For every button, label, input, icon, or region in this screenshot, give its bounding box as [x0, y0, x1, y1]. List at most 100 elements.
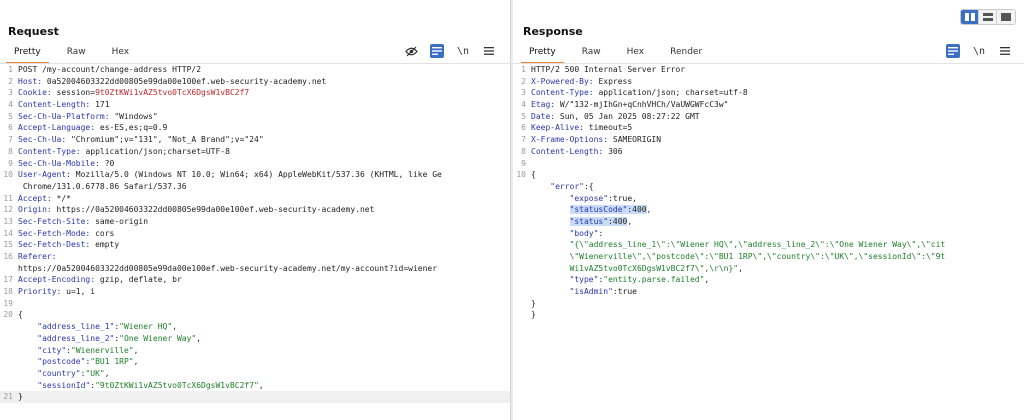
header-value: */* [51, 193, 71, 203]
pretty-print-icon[interactable] [946, 44, 960, 58]
json-pair: "sessionId":"9t0ZtKWi1vAZ5tvo0TcX6DgsW1v… [37, 381, 259, 390]
header-value: 306 [603, 146, 623, 156]
line-number: 5 [521, 111, 526, 121]
menu-icon[interactable] [998, 44, 1012, 58]
request-tab-hex[interactable]: Hex [104, 45, 137, 64]
line-number [513, 181, 529, 193]
json-pair: "status":400 [569, 216, 628, 226]
code-line: "status":400, [513, 216, 1024, 228]
request-tab-raw[interactable]: Raw [59, 45, 94, 64]
line-text: "address_line_2":"One Wiener Way", [16, 333, 201, 345]
pretty-print-icon[interactable] [430, 44, 444, 58]
header-key: Content-Type: [531, 88, 594, 98]
json-punct: , [196, 333, 202, 343]
response-editor[interactable]: 1 HTTP/2 500 Internal Server Error 2 X-Powe… [513, 63, 1024, 420]
header-value: W/"132-mjIhGn+qCnhVHCh/VaUWGWFcC3w" [555, 100, 729, 110]
line-text: "body": [529, 228, 604, 240]
line-text: } [529, 298, 555, 310]
json-punct: , [172, 322, 177, 332]
request-tabs: Pretty Raw Hex [6, 45, 147, 64]
header-key: Sec-Fetch-Site: [18, 216, 91, 226]
newline-toggle-icon[interactable]: \n [456, 44, 470, 58]
header-key: Content-Type: [18, 146, 81, 156]
header-value: "Chromium";v="131", "Not_A Brand";v="24" [66, 135, 264, 145]
code-line: 2 X-Powered-By: Express [513, 76, 1024, 88]
line-content: HTTP/2 500 Internal Server Error [531, 65, 686, 74]
code-line: Wi1vAZ5tvo0TcX6DgsW1vBC2f7\",\r\n}", [513, 263, 1024, 275]
line-number [513, 239, 529, 251]
code-line: "isAdmin":true [513, 286, 1024, 298]
line-number: 4 [521, 100, 526, 110]
line-number: 4 [8, 100, 13, 110]
json-value: "Wiener HQ" [119, 322, 173, 332]
line-number: 3 [521, 88, 526, 98]
response-tab-render[interactable]: Render [662, 45, 710, 64]
line-number [513, 286, 529, 298]
line-number: 12 [3, 205, 13, 215]
newline-toggle-icon[interactable]: \n [972, 44, 986, 58]
line-text: "postcode":"BU1 1RP", [16, 356, 138, 368]
line-number [0, 368, 16, 380]
line-number: 18 [3, 287, 13, 297]
code-line: "address_line_2":"One Wiener Way", [0, 333, 510, 345]
response-title: Response [523, 25, 583, 38]
line-number: 17 [3, 275, 13, 285]
line-text: \"Wienerville\",\"postcode\":\"BU1 1RP\"… [529, 251, 946, 263]
code-line: 7 X-Frame-Options: SAMEORIGIN [513, 134, 1024, 146]
response-tab-hex[interactable]: Hex [619, 45, 652, 64]
hide-eye-icon[interactable] [404, 44, 418, 58]
line-text: Date: Sun, 05 Jan 2025 08:27:22 GMT [529, 111, 700, 123]
header-key: Accept: [18, 193, 52, 203]
code-line: 18 Priority: u=1, i [0, 286, 510, 298]
line-text: Wi1vAZ5tvo0TcX6DgsW1vBC2f7\",\r\n}", [529, 263, 743, 275]
line-text: Sec-Ch-Ua: "Chromium";v="131", "Not_A Br… [16, 134, 264, 146]
json-punct: , [627, 216, 633, 226]
code-line: 16 Referer: [0, 251, 510, 263]
line-number: 3 [8, 88, 13, 98]
json-value: true [612, 193, 633, 203]
code-line: 5 Date: Sun, 05 Jan 2025 08:27:22 GMT [513, 111, 1024, 123]
code-line: 8 Content-Length: 306 [513, 146, 1024, 158]
json-value: 400 [612, 216, 628, 226]
response-tab-raw[interactable]: Raw [574, 45, 609, 64]
line-content: POST /my-account/change-address HTTP/2 [18, 65, 202, 74]
line-text: "statusCode":400, [529, 204, 651, 216]
line-text: "country":"UK", [16, 368, 109, 380]
line-number: 6 [8, 123, 13, 133]
line-text: Etag: W/"132-mjIhGn+qCnhVHCh/VaUWGWFcC3w… [529, 99, 728, 111]
json-string: Wi1vAZ5tvo0TcX6DgsW1vBC2f7\",\r\n}" [569, 263, 739, 273]
line-number [513, 204, 529, 216]
line-text: Host: 0a52004603322dd00805e99da00e100ef.… [16, 76, 326, 88]
line-number: 15 [3, 240, 13, 250]
json-value: 400 [632, 205, 647, 215]
line-text: "error":{ [529, 181, 594, 193]
code-line: "sessionId":"9t0ZtKWi1vAZ5tvo0TcX6DgsW1v… [0, 380, 510, 392]
line-text: Sec-Fetch-Site: same-origin [16, 216, 148, 228]
line-text: User-Agent: Mozilla/5.0 (Windows NT 10.0… [16, 169, 442, 181]
header-key: Keep-Alive: [531, 123, 584, 133]
code-line: 9 [513, 158, 1024, 170]
line-number: 8 [521, 146, 526, 156]
response-tab-pretty[interactable]: Pretty [521, 45, 564, 64]
menu-icon[interactable] [482, 44, 496, 58]
header-key: Sec-Ch-Ua: [18, 135, 67, 145]
header-key: Referer: [18, 252, 57, 261]
header-value: Mozilla/5.0 (Windows NT 10.0; Win64; x64… [70, 170, 442, 180]
header-key: Cookie: [18, 88, 52, 98]
json-punct: :{ [583, 181, 594, 191]
json-key: "postcode" [37, 357, 86, 367]
line-text: Sec-Fetch-Dest: empty [16, 239, 119, 251]
line-number: 2 [8, 76, 13, 86]
line-number: 1 [8, 65, 13, 74]
request-tab-pretty[interactable]: Pretty [6, 45, 49, 64]
line-number: 11 [3, 193, 13, 203]
line-number [0, 181, 16, 193]
request-editor[interactable]: 1 POST /my-account/change-address HTTP/2 2… [0, 63, 510, 420]
line-text: "city":"Wienerville", [16, 345, 138, 357]
json-value: "BU1 1RP" [90, 357, 134, 367]
line-number: 2 [521, 76, 526, 86]
code-line: 17 Accept-Encoding: gzip, deflate, br [0, 274, 510, 286]
